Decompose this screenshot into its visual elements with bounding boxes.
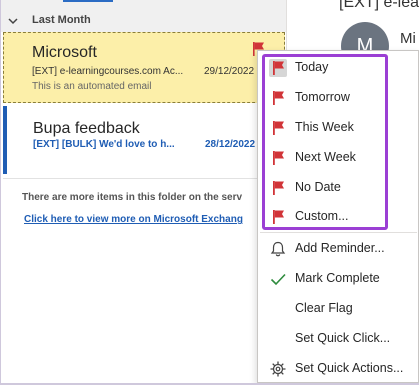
menu-item-label: Next Week xyxy=(295,150,356,164)
message-date: 28/12/2022 xyxy=(205,139,256,150)
menu-item-label: Custom... xyxy=(295,209,349,223)
menu-item-today[interactable]: Today xyxy=(261,54,417,82)
menu-item-mark-complete[interactable]: Mark Complete xyxy=(261,265,417,293)
menu-item-label: Tomorrow xyxy=(295,90,350,104)
server-items-notice: There are more items in this folder on t… xyxy=(22,192,243,203)
flag-icon xyxy=(269,149,287,167)
menu-item-label: Add Reminder... xyxy=(295,241,385,255)
menu-item-clear-flag[interactable]: Clear Flag xyxy=(261,295,417,323)
flag-icon xyxy=(269,59,287,77)
menu-item-label: Today xyxy=(295,60,329,74)
message-list-pane: Last Month Microsoft [EXT] e-learningcou… xyxy=(1,0,286,385)
message-subject: [EXT] e-learningcourses.com Ac... xyxy=(32,66,184,77)
reading-subject: [EXT] e-lear xyxy=(339,0,419,11)
menu-item-custom[interactable]: Custom... xyxy=(261,203,417,231)
reading-sender-name: Mi xyxy=(400,30,416,47)
flag-icon xyxy=(269,179,287,197)
menu-item-this-week[interactable]: This Week xyxy=(261,114,417,142)
message-item-microsoft[interactable]: Microsoft [EXT] e-learningcourses.com Ac… xyxy=(3,32,285,103)
checkmark-icon xyxy=(269,270,287,288)
message-sender: Bupa feedback xyxy=(33,120,140,137)
menu-item-label: Mark Complete xyxy=(295,271,380,285)
list-divider xyxy=(3,178,285,179)
flag-icon xyxy=(269,208,287,226)
menu-item-label: Set Quick Actions... xyxy=(295,361,404,375)
menu-item-no-date[interactable]: No Date xyxy=(261,174,417,202)
menu-separator xyxy=(260,232,417,233)
gear-icon xyxy=(269,360,287,378)
message-item-bupa[interactable]: Bupa feedback [EXT] [BULK] We'd love to … xyxy=(3,106,285,174)
group-label: Last Month xyxy=(32,14,91,26)
flag-icon xyxy=(269,119,287,137)
chevron-down-icon[interactable] xyxy=(7,15,19,27)
bell-icon xyxy=(269,240,287,258)
view-more-on-server-link[interactable]: Click here to view more on Microsoft Exc… xyxy=(24,214,264,225)
message-subject: [EXT] [BULK] We'd love to h... xyxy=(33,139,175,150)
list-top-strip xyxy=(1,0,286,10)
menu-item-set-quick-actions[interactable]: Set Quick Actions... xyxy=(261,355,417,383)
flag-icon xyxy=(269,89,287,107)
menu-item-label: No Date xyxy=(295,180,341,194)
menu-item-tomorrow[interactable]: Tomorrow xyxy=(261,84,417,112)
menu-item-next-week[interactable]: Next Week xyxy=(261,144,417,172)
menu-item-label: This Week xyxy=(295,120,354,134)
message-preview: This is an automated email xyxy=(32,81,152,92)
menu-item-label: Set Quick Click... xyxy=(295,331,391,345)
message-date: 29/12/2022 xyxy=(204,66,255,77)
menu-item-label: Clear Flag xyxy=(295,301,353,315)
menu-item-add-reminder[interactable]: Add Reminder... xyxy=(261,235,417,263)
selected-tab-indicator xyxy=(63,0,113,2)
unread-indicator xyxy=(3,106,7,174)
menu-item-set-quick-click[interactable]: Set Quick Click... xyxy=(261,325,417,353)
message-sender: Microsoft xyxy=(32,44,97,61)
